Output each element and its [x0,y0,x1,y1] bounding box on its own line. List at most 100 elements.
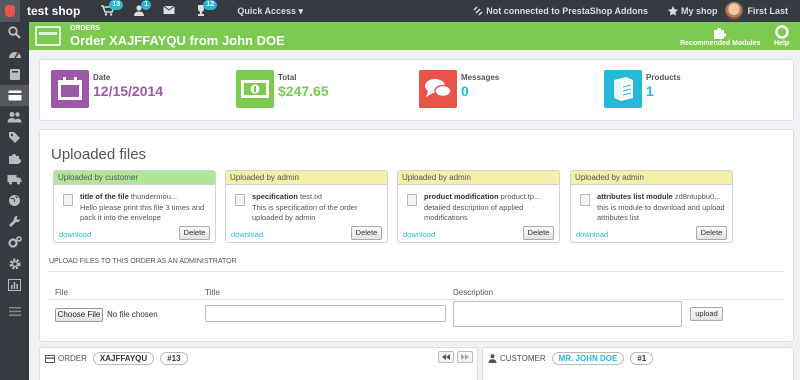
uploaded-file-card: Uploaded by admin product modification p… [397,170,560,243]
download-link[interactable]: download [403,230,435,239]
kpi-products: Products 1 [604,70,681,108]
speech-bubbles-icon [419,70,457,108]
uploader-label: Uploaded by admin [571,171,732,185]
file-description: detailed description of applied modifica… [424,203,524,222]
addons-connection-status[interactable]: Not connected to PrestaShop Addons [473,6,648,16]
customer-name[interactable]: MR. JOHN DOE [551,352,625,365]
order-panel: ORDER XAJFFAYQU #13 [39,347,478,380]
page-title: Order XAJFFAYQU from John DOE [70,33,285,48]
order-id: #13 [160,352,188,365]
credit-card-icon [35,26,61,46]
delete-button[interactable]: Delete [696,226,727,240]
tag-icon [9,132,20,143]
nav-localization[interactable] [0,190,29,211]
backward-icon [442,354,450,360]
nav-stats[interactable] [0,274,29,295]
gear-icon [9,258,20,269]
messages-notification[interactable] [163,5,177,17]
nav-price-rules[interactable] [0,127,29,148]
nav-search[interactable] [0,22,29,43]
kpi-value: 0 [461,83,469,99]
quick-access-menu[interactable]: Quick Access ▾ [237,6,303,17]
uploader-label: Uploaded by admin [226,171,387,185]
search-icon [8,26,21,39]
title-input[interactable] [205,305,446,322]
uploaded-file-card: Uploaded by customer title of the file t… [53,170,216,243]
customers-notification[interactable]: 1 [133,0,152,17]
puzzle-icon [714,28,727,39]
nav-collapse-toggle[interactable] [0,301,29,322]
avatar [725,2,744,20]
customer-id: #1 [630,352,654,365]
customers-badge: 1 [141,0,152,10]
file-name: attributes list module zd8ntupbu0... [597,192,721,201]
uploaded-files-panel: Uploaded files Uploaded by customer titl… [39,129,794,342]
delete-button[interactable]: Delete [351,226,382,240]
nav-shipping[interactable] [0,169,29,190]
divider [49,299,783,300]
uploaded-file-card: Uploaded by admin attributes list module… [570,170,733,243]
order-label: ORDER [58,354,87,363]
file-name: title of the file thundermou... [80,192,178,201]
uploaded-files-title: Uploaded files [51,146,147,163]
file-name: specification test.txt [252,192,323,201]
users-icon [7,111,22,122]
shop-name[interactable]: test shop [27,4,80,18]
download-link[interactable]: download [59,230,91,239]
star-icon [667,6,678,16]
nav-orders[interactable] [0,85,29,106]
user-icon [488,354,497,363]
file-name: product modification product.tp... [424,192,541,201]
orders-notification[interactable]: 13 [101,0,124,17]
kpi-label: Total [278,73,297,82]
my-shop-link[interactable]: My shop [667,6,717,16]
download-link[interactable]: download [576,230,608,239]
trophy-notification[interactable]: 12 [195,0,218,17]
nav-advanced-parameters[interactable] [0,232,29,253]
column-file: File [55,288,68,297]
kpi-messages: Messages 0 [419,70,499,108]
dashboard-icon [8,52,21,59]
bar-chart-icon [8,278,21,291]
puzzle-icon [9,154,21,164]
order-reference: XAJFFAYQU [92,352,155,365]
description-input[interactable] [453,301,682,327]
previous-order-button[interactable] [438,351,454,363]
kpi-value: 12/15/2014 [93,83,164,99]
nav-preferences[interactable] [0,211,29,232]
column-title: Title [205,288,220,297]
customer-label: CUSTOMER [500,354,546,363]
download-link[interactable]: download [231,230,263,239]
divider [49,271,783,272]
delete-button[interactable]: Delete [523,226,554,240]
nav-catalog[interactable] [0,64,29,85]
truck-icon [7,175,22,185]
document-icon [63,194,73,206]
recommended-modules-button[interactable]: Recommended Modules [680,25,761,47]
help-button[interactable]: Help [774,25,789,47]
column-description: Description [453,288,494,297]
money-icon [236,70,274,108]
user-menu[interactable]: First Last [725,2,788,20]
customer-panel: CUSTOMER MR. JOHN DOE #1 [482,347,794,380]
envelope-icon [163,5,176,14]
nav-dashboard[interactable] [0,43,29,64]
prestashop-logo[interactable] [0,0,20,22]
file-description: Hello please print this file 3 times and… [80,203,205,222]
credit-card-icon [8,90,21,101]
book-icon [9,69,20,80]
upload-button[interactable]: upload [690,307,723,321]
nav-modules[interactable] [0,148,29,169]
page-header: ORDERS Order XAJFFAYQU from John DOE Rec… [29,22,800,50]
unlink-icon [473,6,483,16]
side-navigation [0,22,29,380]
delete-button[interactable]: Delete [179,226,210,240]
next-order-button[interactable] [457,351,473,363]
nav-administration[interactable] [0,253,29,274]
document-icon [407,194,417,206]
breadcrumb[interactable]: ORDERS [70,25,100,32]
calendar-icon [51,70,89,108]
choose-file-button[interactable]: Choose File [55,308,103,322]
globe-icon [9,195,20,206]
nav-customers[interactable] [0,106,29,127]
